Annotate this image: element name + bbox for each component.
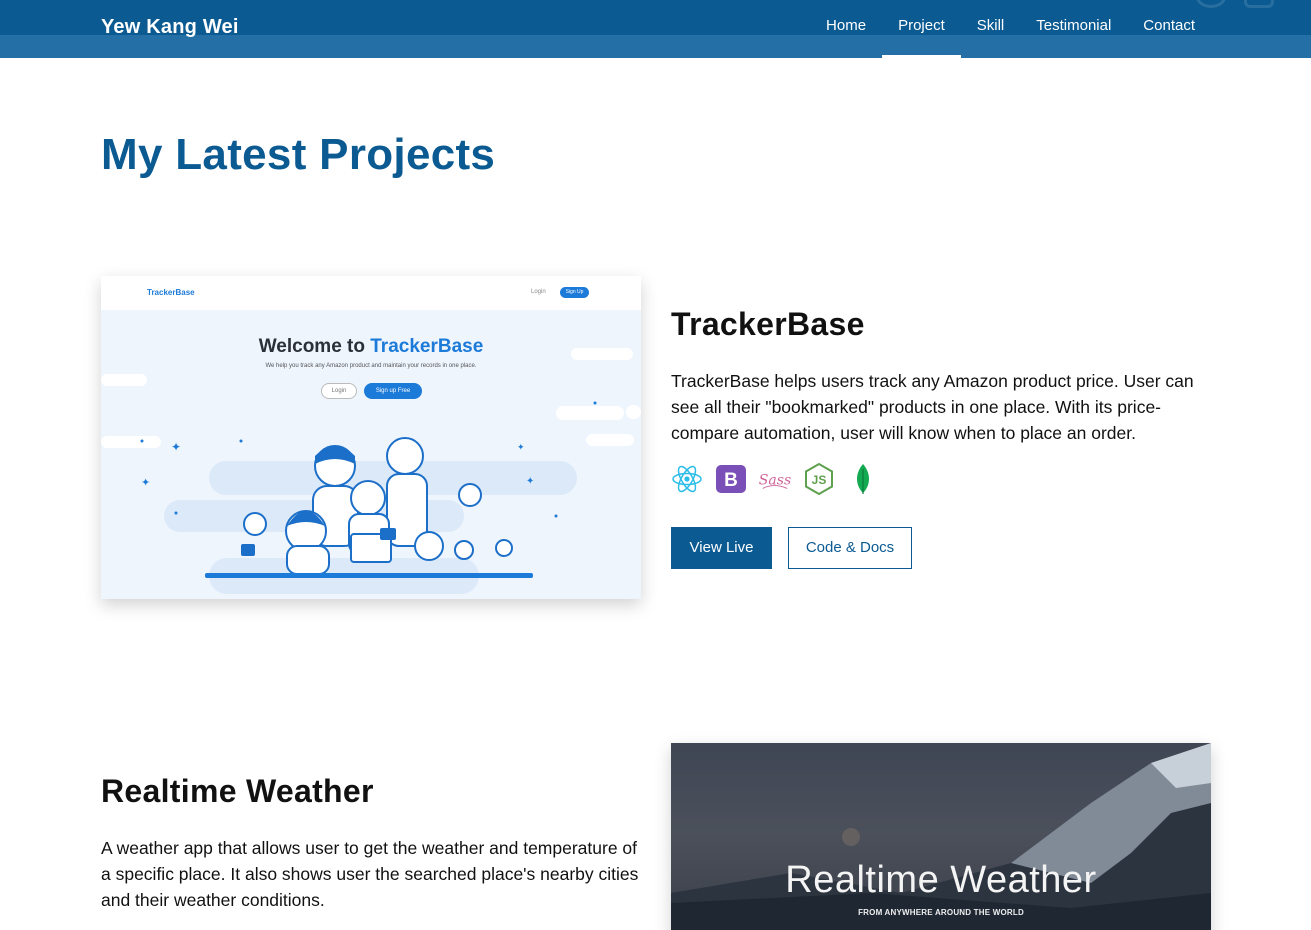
svg-text:✦: ✦ [526,476,534,487]
project-description-trackerbase: TrackerBase helps users track any Amazon… [671,371,1194,443]
view-live-button[interactable]: View Live [671,527,772,569]
svg-text:Sass: Sass [759,473,791,489]
project-title-trackerbase: TrackerBase [671,306,865,342]
project-title-realtime-weather: Realtime Weather [101,773,374,809]
realtime-weather-screenshot[interactable]: Realtime Weather FROM ANYWHERE AROUND TH… [671,743,1211,930]
main-nav: Home Project Skill Testimonial Contact [810,0,1211,58]
mongodb-icon [847,463,879,495]
tech-stack-trackerbase: B Sass JS [671,462,879,496]
team-illustration: ✦ ✦ ✦ ✦ [101,348,641,594]
code-docs-button[interactable]: Code & Docs [788,527,912,569]
top-navbar: Yew Kang Wei Home Project Skill Testimon… [0,0,1311,58]
section-title: My Latest Projects [101,130,496,179]
svg-text:✦: ✦ [517,442,525,452]
weather-hero-subtitle: FROM ANYWHERE AROUND THE WORLD [858,908,1024,917]
bootstrap-icon: B [715,463,747,495]
nodejs-icon: JS [803,463,835,495]
trackerbase-screenshot[interactable]: TrackerBase Login Sign Up Welcome to Tra… [101,276,641,599]
svg-text:✦: ✦ [141,477,150,489]
nav-home[interactable]: Home [810,0,882,58]
site-brand[interactable]: Yew Kang Wei [101,16,239,39]
sass-icon: Sass [759,463,791,495]
nav-skill[interactable]: Skill [961,0,1021,58]
nav-project[interactable]: Project [882,0,961,58]
project-description-realtime-weather: A weather app that allows user to get th… [101,838,639,910]
weather-hero-title: Realtime Weather [785,859,1097,901]
svg-text:✦: ✦ [171,440,181,454]
svg-text:JS: JS [812,473,827,487]
react-icon [671,463,703,495]
nav-testimonial[interactable]: Testimonial [1020,0,1127,58]
nav-contact[interactable]: Contact [1127,0,1211,58]
faded-linkedin-icon [1244,0,1274,8]
svg-text:B: B [724,470,738,491]
